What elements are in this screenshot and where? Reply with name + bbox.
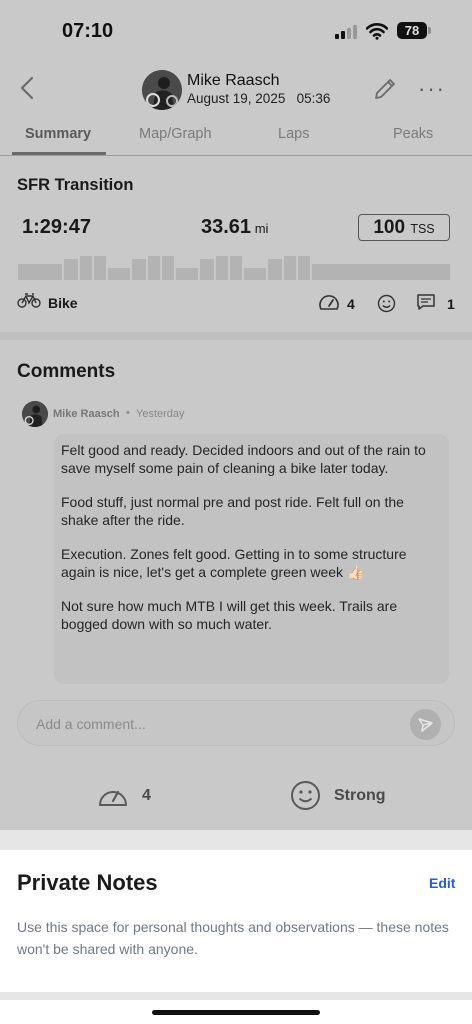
active-tab-indicator [12, 152, 106, 155]
back-chevron-icon[interactable] [18, 76, 38, 100]
thumbs-up-emoji: 👍🏻 [346, 564, 365, 580]
tab-laps[interactable]: Laps [278, 126, 309, 142]
status-bar: 07:10 78 [0, 0, 472, 62]
private-notes-card: Private Notes Edit Use this space for pe… [0, 850, 472, 992]
comment-meta-separator: • [126, 407, 130, 419]
comment-icon [417, 294, 435, 310]
status-time: 07:10 [62, 20, 114, 42]
tab-map-graph[interactable]: Map/Graph [139, 126, 212, 142]
workout-date: August 19, 2025 05:36 [187, 91, 331, 106]
tab-peaks[interactable]: Peaks [393, 126, 433, 142]
comments-count: 1 [447, 296, 455, 312]
add-comment-placeholder: Add a comment... [36, 716, 146, 732]
workout-duration: 1:29:47 [22, 216, 91, 238]
send-icon [418, 718, 433, 732]
bike-icon [17, 293, 41, 308]
comment-paragraph: Food stuff, just normal pre and post rid… [61, 494, 404, 528]
comment-author-avatar [22, 401, 48, 427]
comment-time: Yesterday [136, 408, 185, 420]
edit-pencil-icon[interactable] [372, 76, 398, 102]
tab-summary[interactable]: Summary [25, 126, 91, 142]
workout-structure-chart [18, 256, 450, 280]
comment-paragraph: Execution. Zones felt good. Getting in t… [61, 546, 407, 580]
comment-paragraph: Felt good and ready. Decided indoors and… [61, 442, 426, 476]
comment-body: Felt good and ready. Decided indoors and… [54, 434, 449, 684]
battery-icon: 78 [397, 22, 431, 39]
athlete-name: Mike Raasch [187, 72, 280, 89]
send-button[interactable] [410, 709, 441, 740]
tss-badge: 100 TSS [358, 214, 450, 241]
add-comment-input[interactable]: Add a comment... [17, 700, 455, 746]
home-indicator[interactable] [152, 1010, 320, 1015]
section-divider [0, 332, 472, 340]
cellular-signal-icon [335, 25, 357, 39]
rpe-gauge-icon [319, 295, 339, 310]
rpe-value: 4 [347, 296, 355, 312]
tab-bar: Summary Map/Graph Laps Peaks [0, 118, 472, 156]
comment-author: Mike Raasch [53, 408, 120, 420]
sport-label: Bike [48, 295, 78, 311]
comments-heading: Comments [17, 361, 116, 382]
rpe-gauge-icon[interactable] [97, 783, 129, 809]
wifi-icon [366, 23, 388, 40]
more-options-icon[interactable]: ··· [418, 78, 446, 100]
workout-distance: 33.61 mi [201, 216, 269, 238]
private-notes-title: Private Notes [17, 870, 158, 895]
private-notes-edit-button[interactable]: Edit [429, 875, 455, 891]
rpe-rating: 4 [142, 787, 151, 804]
avatar[interactable] [142, 70, 182, 110]
feeling-smiley-icon [377, 294, 396, 313]
feeling-rating: Strong [334, 787, 386, 804]
comment-paragraph: Not sure how much MTB I will get this we… [61, 598, 398, 632]
feeling-smiley-icon[interactable] [290, 780, 321, 811]
private-notes-description: Use this space for personal thoughts and… [17, 919, 449, 957]
workout-title: SFR Transition [17, 176, 134, 194]
